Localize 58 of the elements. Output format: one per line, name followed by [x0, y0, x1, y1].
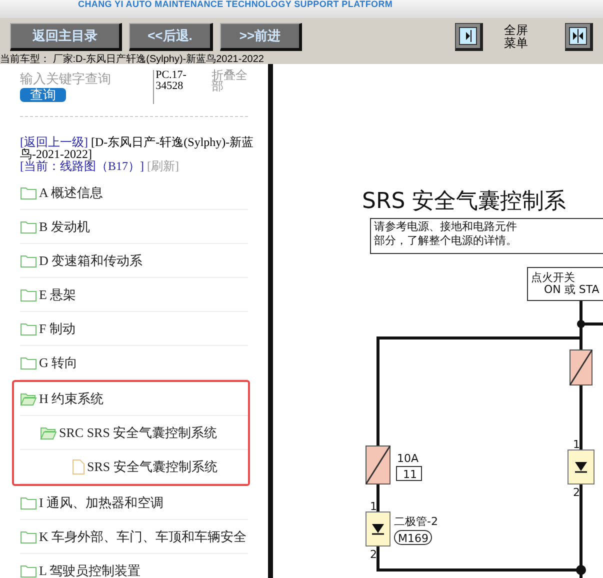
tree-item[interactable]: B 发动机 [20, 210, 248, 244]
folder-icon [20, 322, 37, 336]
tree-item[interactable]: F 制动 [20, 312, 248, 346]
search-button[interactable]: 查询 [20, 88, 66, 102]
panel-toggle-button[interactable] [565, 22, 593, 50]
folder-icon [20, 496, 37, 510]
fuse-number-box [396, 466, 422, 481]
switch-label: 点火开关 [531, 271, 575, 284]
tree-item[interactable]: K 车身外部、车门、车顶和车辆安全 [20, 520, 248, 554]
fullscreen-menu-label[interactable]: 全屏菜单 [504, 24, 532, 50]
diode-symbol [366, 512, 390, 546]
nav-button[interactable]: 返回主目录 [10, 22, 122, 50]
diagram-title: SRS 安全气囊控制系 [362, 189, 566, 214]
folder-icon [40, 426, 57, 440]
nav-button[interactable]: <<后退. [129, 22, 213, 50]
tree-item[interactable]: L 驾驶员控制装置 [20, 554, 248, 578]
folder-icon [20, 220, 37, 234]
tree-item[interactable]: G 转向 [20, 346, 248, 380]
pin-number: 1 [573, 438, 580, 451]
folder-icon [20, 392, 37, 406]
platform-subtitle: CHANG YI AUTO MAINTENANCE TECHNOLOGY SUPPORT PLATFORM [78, 0, 393, 9]
folder-icon [20, 254, 37, 268]
tree-item[interactable]: D 变速箱和传动系 [20, 244, 248, 278]
diode-label: 二极管-2 [394, 515, 438, 528]
arrow-right-icon [459, 26, 477, 44]
panel-toggle-button[interactable] [455, 22, 483, 50]
fuse-rating: 10A [397, 452, 419, 465]
tree-item[interactable]: H 约束系统 [20, 382, 248, 416]
note-text: 请参考电源、接地和电路元件 [374, 220, 517, 233]
folder-icon [20, 356, 37, 370]
tree-item[interactable]: A 概述信息 [20, 176, 248, 210]
fuse-number: 11 [403, 468, 417, 481]
fuse-symbol [365, 446, 391, 484]
pin-number: 2 [370, 548, 377, 561]
switch-position: ON 或 STA [544, 283, 600, 296]
junction-dot [576, 565, 586, 575]
document-code: PC.17-34528 [152, 70, 208, 104]
folder-icon [20, 186, 37, 200]
back-link[interactable]: [返回上一级] [20, 135, 88, 149]
tree-item[interactable]: E 悬架 [20, 278, 248, 312]
fuse-symbol [569, 350, 593, 386]
diode-symbol [568, 450, 594, 484]
current-vehicle-text: 当前车型： 厂家:D-东风日产轩逸(Sylphy)-新蓝鸟2021-2022 [0, 55, 265, 64]
tree-item[interactable]: SRS 安全气囊控制系统 [20, 450, 248, 484]
file-icon [72, 458, 85, 474]
current-page-link[interactable]: [当前：线路图（B17）] [20, 159, 144, 173]
pin-number: 1 [370, 500, 377, 513]
folder-icon [20, 288, 37, 302]
tree-item[interactable]: I 通风、加热器和空调 [20, 486, 248, 520]
junction-dot [577, 320, 585, 328]
pin-number: 2 [573, 486, 580, 499]
folder-icon [20, 530, 37, 544]
breadcrumb-text: [返回上一级] [D-东风日产-轩逸(Sylphy)-新蓝鸟-2021-2022] [20, 136, 255, 160]
connector-label: M169 [394, 530, 432, 545]
split-arrows-icon [569, 26, 587, 44]
nav-button[interactable]: >>前进 [220, 22, 302, 50]
tree-item[interactable]: SRC SRS 安全气囊控制系统 [20, 416, 248, 450]
note-text: 部分，了解整个电源的详情。 [374, 234, 517, 247]
